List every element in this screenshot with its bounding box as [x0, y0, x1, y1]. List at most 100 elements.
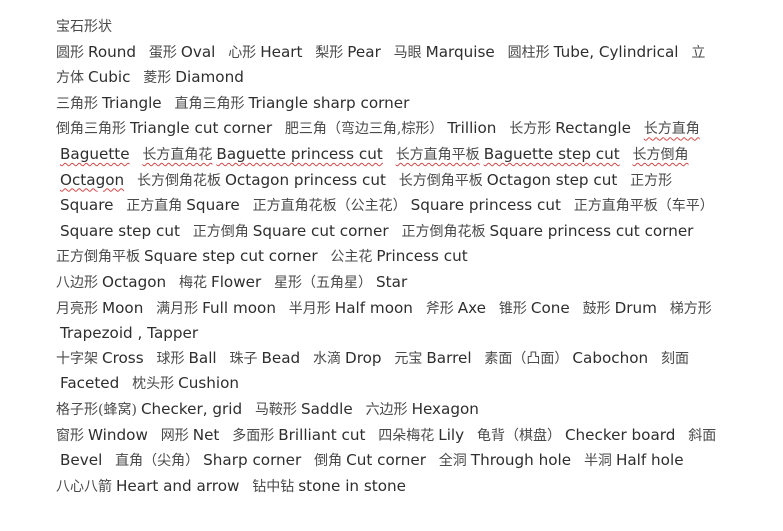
shape-name-english: Ball [188, 348, 217, 367]
shape-name-chinese: 心形 [228, 44, 257, 61]
shape-name-english: Rectangle [555, 119, 631, 138]
glossary-paragraph: 圆形 Round 蛋形 Oval 心形 Heart 梨形 Pear 马眼 Marquise… [56, 40, 718, 91]
shape-name-english: Triangle [102, 93, 162, 112]
shape-name-chinese: 长方直角平板 [395, 146, 480, 163]
shape-entry: 半洞 Half hole [584, 451, 684, 469]
shape-name-english: Baguette [60, 144, 130, 163]
glossary-paragraph: 三角形 Triangle 直角三角形 Triangle sharp corner [56, 91, 718, 117]
glossary-paragraph: 十字架 Cross 球形 Ball 珠子 Bead 水滴 Drop 元宝 Barrel 素… [56, 346, 718, 397]
shape-name-english: Trillion [447, 119, 497, 138]
shape-name-chinese: 肥三角（弯边三角,棕形） [284, 121, 444, 138]
shape-name-english: Net [192, 425, 220, 444]
shape-name-english: Flower [210, 272, 262, 291]
shape-name-chinese: 斜面 [688, 427, 717, 444]
shape-name-english: Axe [457, 298, 487, 317]
shape-name-chinese: 正方形 [630, 172, 673, 189]
shape-entry: 蛋形 Oval [149, 43, 215, 61]
shape-entry: 钻中钻 stone in stone [252, 477, 406, 495]
shape-name-chinese: 元宝 [394, 350, 423, 367]
shape-name-english: Brilliant cut [278, 425, 366, 444]
shape-entry: 网形 Net [161, 426, 220, 444]
shape-entry: 元宝 Barrel [394, 349, 471, 367]
shape-entry: 四朵梅花 Lily [378, 426, 464, 444]
shape-name-english: Full moon [202, 298, 276, 317]
shape-name-english: Half hole [615, 451, 684, 470]
shape-name-chinese: 正方直角 [126, 198, 183, 215]
glossary-paragraph: 八心八箭 Heart and arrow 钻中钻 stone in stone [56, 474, 718, 500]
shape-entry: 龟背（棋盘） Checker board [477, 426, 675, 444]
shape-entry: 六边形 Hexagon [366, 400, 479, 418]
shape-name-chinese: 正方直角花板（公主花） [252, 198, 407, 215]
shape-entry: 全洞 Through hole [439, 451, 571, 469]
shape-name-chinese: 球形 [156, 350, 185, 367]
shape-entry: 长方直角花 Baguette princess cut [142, 145, 382, 163]
shape-entry: 长方直角平板 Baguette step cut [396, 145, 620, 163]
shape-entry: 倒角 Cut corner [314, 451, 426, 469]
shape-name-chinese: 菱形 [143, 70, 172, 87]
shape-name-chinese: 直角三角形 [174, 95, 245, 112]
shape-entry: 十字架 Cross [56, 349, 144, 367]
shape-name-chinese: 长方直角 [643, 121, 700, 138]
shape-name-chinese: 梅花 [178, 274, 207, 291]
shape-name-chinese: 半洞 [583, 453, 612, 470]
shape-name-english: stone in stone [298, 476, 406, 495]
shape-name-english: Octagon [102, 272, 167, 291]
shape-entry: 马鞍形 Saddle [255, 400, 353, 418]
glossary-paragraph: 窗形 Window 网形 Net 多面形 Brilliant cut 四朵梅花 Lily… [56, 423, 718, 474]
shape-entry: 斧形 Axe [426, 299, 486, 317]
shape-name-english: Cross [102, 348, 144, 367]
shape-name-english: Trapezoid , Tapper [60, 324, 199, 343]
shape-entry: 半月形 Half moon [289, 299, 413, 317]
shape-name-chinese: 月亮形 [56, 300, 98, 317]
glossary-paragraph: 八边形 Octagon 梅花 Flower 星形（五角星） Star [56, 270, 718, 296]
shape-name-chinese: 正方倒角平板 [56, 249, 140, 266]
shape-entry: 满月形 Full moon [156, 299, 276, 317]
shape-entry: 肥三角（弯边三角,棕形） Trillion [285, 119, 497, 137]
shape-entry: 三角形 Triangle [56, 94, 162, 112]
shape-entry: 直角三角形 Triangle sharp corner [174, 94, 409, 112]
shape-name-chinese: 梯方形 [669, 300, 712, 317]
shape-name-chinese: 刻面 [660, 350, 689, 367]
shape-name-english: Octagon [60, 170, 125, 189]
glossary-paragraph: 月亮形 Moon 满月形 Full moon 半月形 Half moon 斧形 Axe … [56, 296, 718, 346]
shape-name-english: Half moon [334, 298, 413, 317]
shape-entry: 枕头形 Cushion [132, 374, 239, 392]
shape-name-english: Triangle sharp corner [248, 93, 410, 112]
shape-name-english: Tube, Cylindrical [553, 42, 679, 61]
shape-name-chinese: 八边形 [56, 274, 98, 291]
shape-name-chinese: 三角形 [56, 95, 98, 112]
shape-name-chinese: 半月形 [288, 300, 331, 317]
shape-entry: 圆柱形 Tube, Cylindrical [508, 43, 679, 61]
shape-entry: 梅花 Flower [179, 273, 261, 291]
shape-name-chinese: 窗形 [56, 427, 84, 444]
shape-name-english: Window [88, 425, 148, 444]
shape-name-chinese: 珠子 [229, 350, 258, 367]
shape-name-chinese: 长方形 [509, 121, 552, 138]
shape-entry: 八心八箭 Heart and arrow [56, 477, 239, 495]
shape-name-chinese: 六边形 [365, 401, 408, 418]
shape-name-english: Round [88, 42, 137, 61]
shape-glossary: 圆形 Round 蛋形 Oval 心形 Heart 梨形 Pear 马眼 Marquise… [56, 40, 718, 500]
shape-name-chinese: 倒角 [314, 453, 343, 470]
shape-name-chinese: 锥形 [498, 300, 527, 317]
shape-name-chinese: 正方倒角花板 [401, 223, 486, 240]
shape-name-english: Cone [530, 298, 570, 317]
shape-name-english: Diamond [175, 68, 244, 87]
shape-name-english: Square step cut corner [144, 247, 318, 266]
shape-name-english: Cabochon [572, 348, 649, 367]
shape-entry: 多面形 Brilliant cut [232, 426, 365, 444]
shape-entry: 长方倒角平板 Octagon step cut [399, 171, 618, 189]
shape-name-english: Square [60, 196, 114, 215]
glossary-paragraph: 格子形(蜂窝) Checker, grid 马鞍形 Saddle 六边形 Hexago… [56, 397, 718, 423]
shape-name-english: Princess cut [376, 247, 468, 266]
shape-name-chinese: 全洞 [438, 453, 467, 470]
shape-name-chinese: 公主花 [330, 249, 373, 266]
shape-entry: 水滴 Drop [313, 349, 382, 367]
shape-name-chinese: 正方倒角 [192, 223, 249, 240]
shape-name-english: Baguette princess cut [216, 144, 383, 163]
shape-name-chinese: 鼓形 [582, 300, 611, 317]
shape-name-chinese: 水滴 [313, 350, 342, 367]
shape-name-chinese: 马鞍形 [254, 401, 297, 418]
shape-name-english: Hexagon [411, 399, 479, 418]
shape-name-english: Through hole [470, 451, 572, 470]
